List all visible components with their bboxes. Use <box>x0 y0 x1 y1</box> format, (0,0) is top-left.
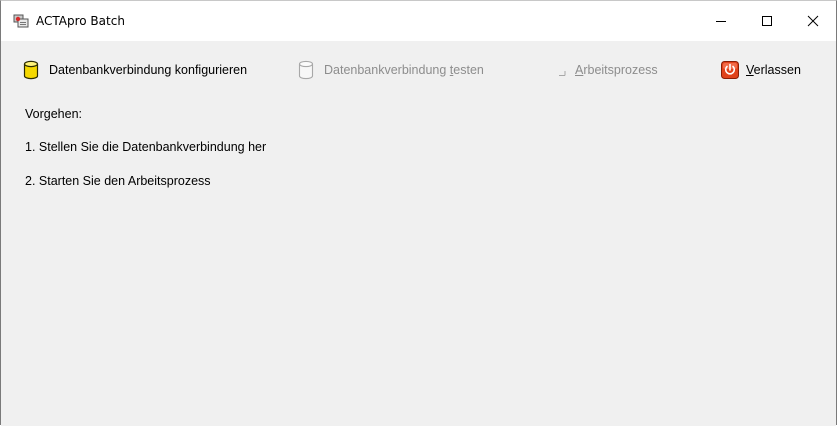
close-button[interactable] <box>790 1 836 41</box>
toolbar: Datenbankverbindung konfigurieren Datenb… <box>1 51 836 89</box>
configure-db-label: Datenbankverbindung konfigurieren <box>49 63 248 77</box>
process-button[interactable]: Arbeitsprozess <box>557 51 658 89</box>
maximize-button[interactable] <box>744 1 790 41</box>
test-db-label: Datenbankverbindung testen <box>324 63 484 77</box>
close-icon <box>807 15 819 27</box>
minimize-button[interactable] <box>698 1 744 41</box>
instructions-heading: Vorgehen: <box>25 107 82 121</box>
minimize-icon <box>716 21 726 22</box>
process-icon <box>557 60 567 80</box>
instructions-panel: Vorgehen: 1. Stellen Sie die Datenbankve… <box>1 99 836 426</box>
configure-db-button[interactable]: Datenbankverbindung konfigurieren <box>22 51 247 89</box>
instruction-step-2: 2. Starten Sie den Arbeitsprozess <box>25 174 211 188</box>
database-outline-icon <box>297 60 315 80</box>
test-db-button[interactable]: Datenbankverbindung testen <box>297 51 484 89</box>
database-icon <box>22 60 40 80</box>
exit-button[interactable]: Verlassen <box>721 51 801 89</box>
instruction-step-1: 1. Stellen Sie die Datenbankverbindung h… <box>25 140 267 154</box>
process-label: Arbeitsprozess <box>575 63 658 77</box>
main-window: ACTApro Batch Datenbankverbindung konfig… <box>0 0 837 426</box>
exit-label: Verlassen <box>746 63 801 77</box>
power-icon <box>721 60 739 80</box>
window-title: ACTApro Batch <box>36 14 125 28</box>
batch-app-icon <box>13 13 29 29</box>
maximize-icon <box>762 16 772 26</box>
title-bar[interactable]: ACTApro Batch <box>1 1 836 41</box>
